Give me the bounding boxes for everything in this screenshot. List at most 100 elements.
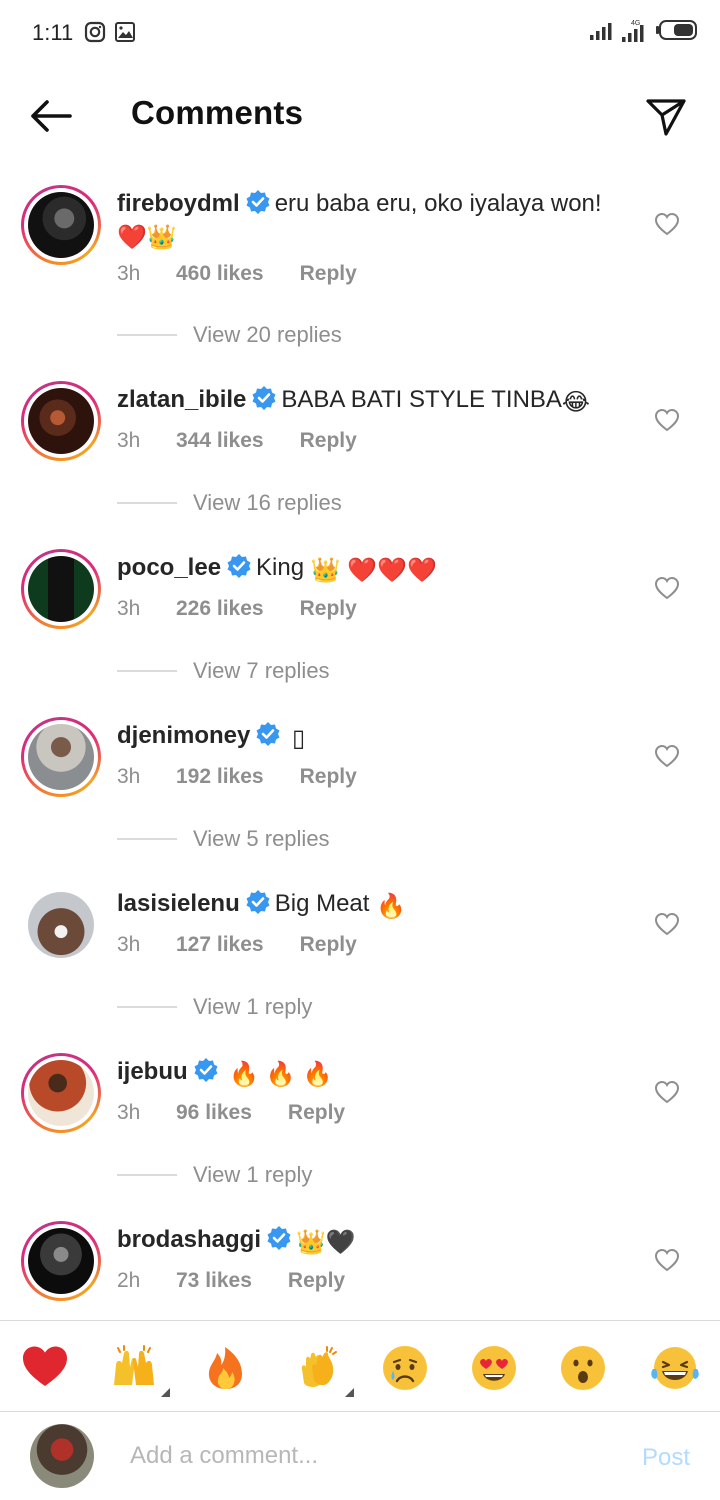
like-heart-icon[interactable] [654, 1080, 680, 1104]
send-icon [646, 99, 686, 136]
fire-emoji: 🔥 [265, 1061, 296, 1088]
laughing-emoji: 😂 [561, 389, 590, 416]
comment-input[interactable] [130, 1436, 610, 1476]
current-user-avatar [30, 1424, 94, 1488]
comment-time: 2h [117, 1269, 141, 1292]
avatar [28, 556, 94, 622]
comment-time: 3h [117, 933, 141, 956]
avatar-story-ring[interactable] [21, 549, 101, 629]
reply-button[interactable]: Reply [300, 933, 357, 957]
view-replies-label: View 16 replies [193, 490, 342, 515]
avatar-story-ring[interactable] [21, 381, 101, 461]
verified-badge-icon [227, 554, 251, 578]
comment-time: 3h [117, 765, 141, 788]
reply-button[interactable]: Reply [300, 597, 357, 621]
verified-badge-icon [256, 722, 280, 746]
svg-text:4G: 4G [631, 20, 640, 27]
view-replies-button[interactable]: View 16 replies [117, 490, 342, 516]
emoji-crying-button[interactable] [381, 1345, 431, 1391]
missing-glyph: ▯ [292, 725, 306, 752]
crown-emoji: 👑 [310, 557, 341, 584]
comment-text-line: brodashaggi 👑🖤 [117, 1224, 637, 1258]
reply-button[interactable]: Reply [288, 1101, 345, 1125]
raising-hands-icon [114, 1345, 154, 1385]
comment-item: lasisielenu Big Meat 🔥 3h 127 likes Reply… [0, 866, 720, 1034]
emoji-heart-button[interactable] [21, 1345, 71, 1391]
avatar-story-ring[interactable] [21, 1221, 101, 1301]
comment-item: ijebuu 🔥 🔥 🔥 3h 96 likes Reply View 1 re… [0, 1034, 720, 1202]
comment-time: 3h [117, 262, 141, 285]
likes-count[interactable]: 344 likes [176, 429, 264, 453]
red-heart-icon [23, 1346, 67, 1386]
likes-count[interactable]: 73 likes [176, 1269, 252, 1293]
comment-time: 3h [117, 597, 141, 620]
likes-count[interactable]: 192 likes [176, 765, 264, 789]
heart-emoji: ❤️ [407, 557, 437, 584]
view-replies-button[interactable]: View 7 replies [117, 658, 330, 684]
avatar-story-ring[interactable] [21, 1053, 101, 1133]
emoji-clapping-button[interactable] [294, 1345, 354, 1397]
comment-time: 3h [117, 429, 141, 452]
view-replies-label: View 1 reply [193, 994, 313, 1019]
username[interactable]: ijebuu [117, 1058, 188, 1085]
status-right-icons: 4G [590, 18, 698, 42]
reply-button[interactable]: Reply [288, 1269, 345, 1293]
status-time: 1:11 [32, 20, 74, 45]
comment-meta: 3h 96 likes Reply [117, 1101, 345, 1125]
likes-count[interactable]: 96 likes [176, 1101, 252, 1125]
username[interactable]: zlatan_ibile [117, 386, 246, 413]
share-button[interactable] [642, 94, 690, 140]
fire-emoji: 🔥 [229, 1061, 260, 1088]
like-heart-icon[interactable] [654, 744, 680, 768]
comment-text-line: poco_lee King 👑 ❤️❤️❤️ [117, 552, 637, 586]
laughing-face-icon [651, 1347, 699, 1389]
view-replies-label: View 1 reply [193, 1162, 313, 1187]
likes-count[interactable]: 460 likes [176, 262, 264, 286]
gallery-notification-icon [115, 22, 135, 42]
instagram-notification-icon [84, 21, 106, 43]
heart-emoji: ❤️ [377, 557, 408, 584]
view-replies-button[interactable]: View 1 reply [117, 1162, 312, 1188]
emoji-raising-hands-button[interactable] [110, 1345, 170, 1397]
username[interactable]: lasisielenu [117, 890, 240, 917]
emoji-heart-eyes-button[interactable] [470, 1345, 520, 1391]
likes-count[interactable]: 127 likes [176, 933, 264, 957]
username[interactable]: fireboydml [117, 190, 240, 217]
emoji-surprised-button[interactable] [559, 1345, 609, 1391]
view-replies-label: View 7 replies [193, 658, 330, 683]
emoji-laughing-button[interactable] [650, 1345, 700, 1391]
reply-button[interactable]: Reply [300, 429, 357, 453]
username[interactable]: djenimoney [117, 722, 250, 749]
view-replies-label: View 20 replies [193, 322, 342, 347]
likes-count[interactable]: 226 likes [176, 597, 264, 621]
comments-list[interactable]: fireboydml eru baba eru, oko iyalaya won!… [0, 166, 720, 1320]
avatar-story-ring[interactable] [21, 185, 101, 265]
back-button[interactable] [26, 94, 74, 138]
surprised-face-icon [561, 1346, 605, 1390]
heart-emoji: ❤️ [347, 557, 378, 584]
reply-button[interactable]: Reply [300, 765, 357, 789]
comment-meta: 3h 192 likes Reply [117, 765, 357, 789]
username[interactable]: poco_lee [117, 554, 221, 581]
view-replies-button[interactable]: View 20 replies [117, 322, 342, 348]
post-button[interactable]: Post [642, 1444, 690, 1472]
like-heart-icon[interactable] [654, 1248, 680, 1272]
reply-button[interactable]: Reply [300, 262, 357, 286]
avatar [28, 1228, 94, 1294]
avatar-story-ring[interactable] [21, 885, 101, 965]
back-arrow-icon [31, 100, 72, 132]
username[interactable]: brodashaggi [117, 1226, 261, 1253]
avatar [28, 1060, 94, 1126]
like-heart-icon[interactable] [654, 912, 680, 936]
avatar-story-ring[interactable] [21, 717, 101, 797]
comment-body: King [256, 554, 305, 581]
view-replies-button[interactable]: View 1 reply [117, 994, 312, 1020]
status-app-icons [84, 21, 136, 43]
like-heart-icon[interactable] [654, 212, 680, 236]
like-heart-icon[interactable] [654, 576, 680, 600]
comment-item: djenimoney ▯ 3h 192 likes Reply View 5 r… [0, 698, 720, 866]
emoji-fire-button[interactable] [204, 1345, 254, 1391]
status-bar: 1:11 4G [0, 0, 720, 66]
like-heart-icon[interactable] [654, 408, 680, 432]
view-replies-button[interactable]: View 5 replies [117, 826, 330, 852]
